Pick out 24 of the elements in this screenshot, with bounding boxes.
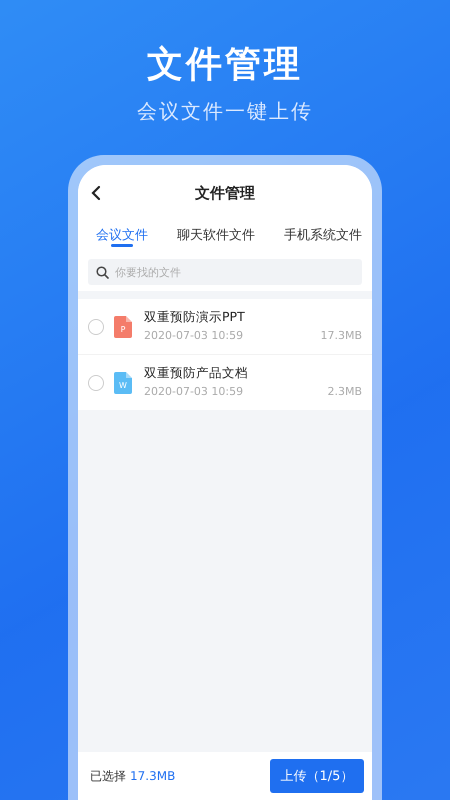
file-name: 双重预防产品文档 [144, 365, 249, 381]
tab[interactable]: 聊天软件文件 [177, 221, 255, 251]
back-icon[interactable] [90, 185, 102, 201]
upload-button[interactable]: 上传（1/5） [270, 759, 364, 793]
selected-size: 17.3MB [130, 769, 176, 783]
headline-title: 文件管理 [147, 43, 303, 87]
tab[interactable]: 会议文件 [96, 221, 148, 251]
screen-title: 文件管理 [195, 184, 255, 202]
radio-button[interactable] [88, 318, 104, 334]
file-date: 2020-07-03 10:59 [144, 384, 244, 400]
file-row[interactable]: W 双重预防产品文档 2020-07-03 10:59 2.3MB [78, 354, 372, 410]
file-icon: W [114, 372, 132, 394]
file-size: 2.3MB [327, 384, 362, 400]
file-date: 2020-07-03 10:59 [144, 328, 244, 344]
file-size: 17.3MB [320, 328, 362, 344]
file-icon: P [114, 316, 132, 338]
headline-subtitle: 会议文件一键上传 [137, 98, 313, 124]
selected-label: 已选择 [90, 768, 126, 784]
file-name: 双重预防演示PPT [144, 309, 246, 325]
radio-button[interactable] [88, 374, 104, 390]
file-row[interactable]: P 双重预防演示PPT 2020-07-03 10:59 17.3MB [78, 299, 372, 354]
tab[interactable]: 手机系统文件 [284, 221, 362, 251]
search-field[interactable]: 你要找的文件 [88, 259, 362, 285]
search-icon [96, 266, 109, 278]
